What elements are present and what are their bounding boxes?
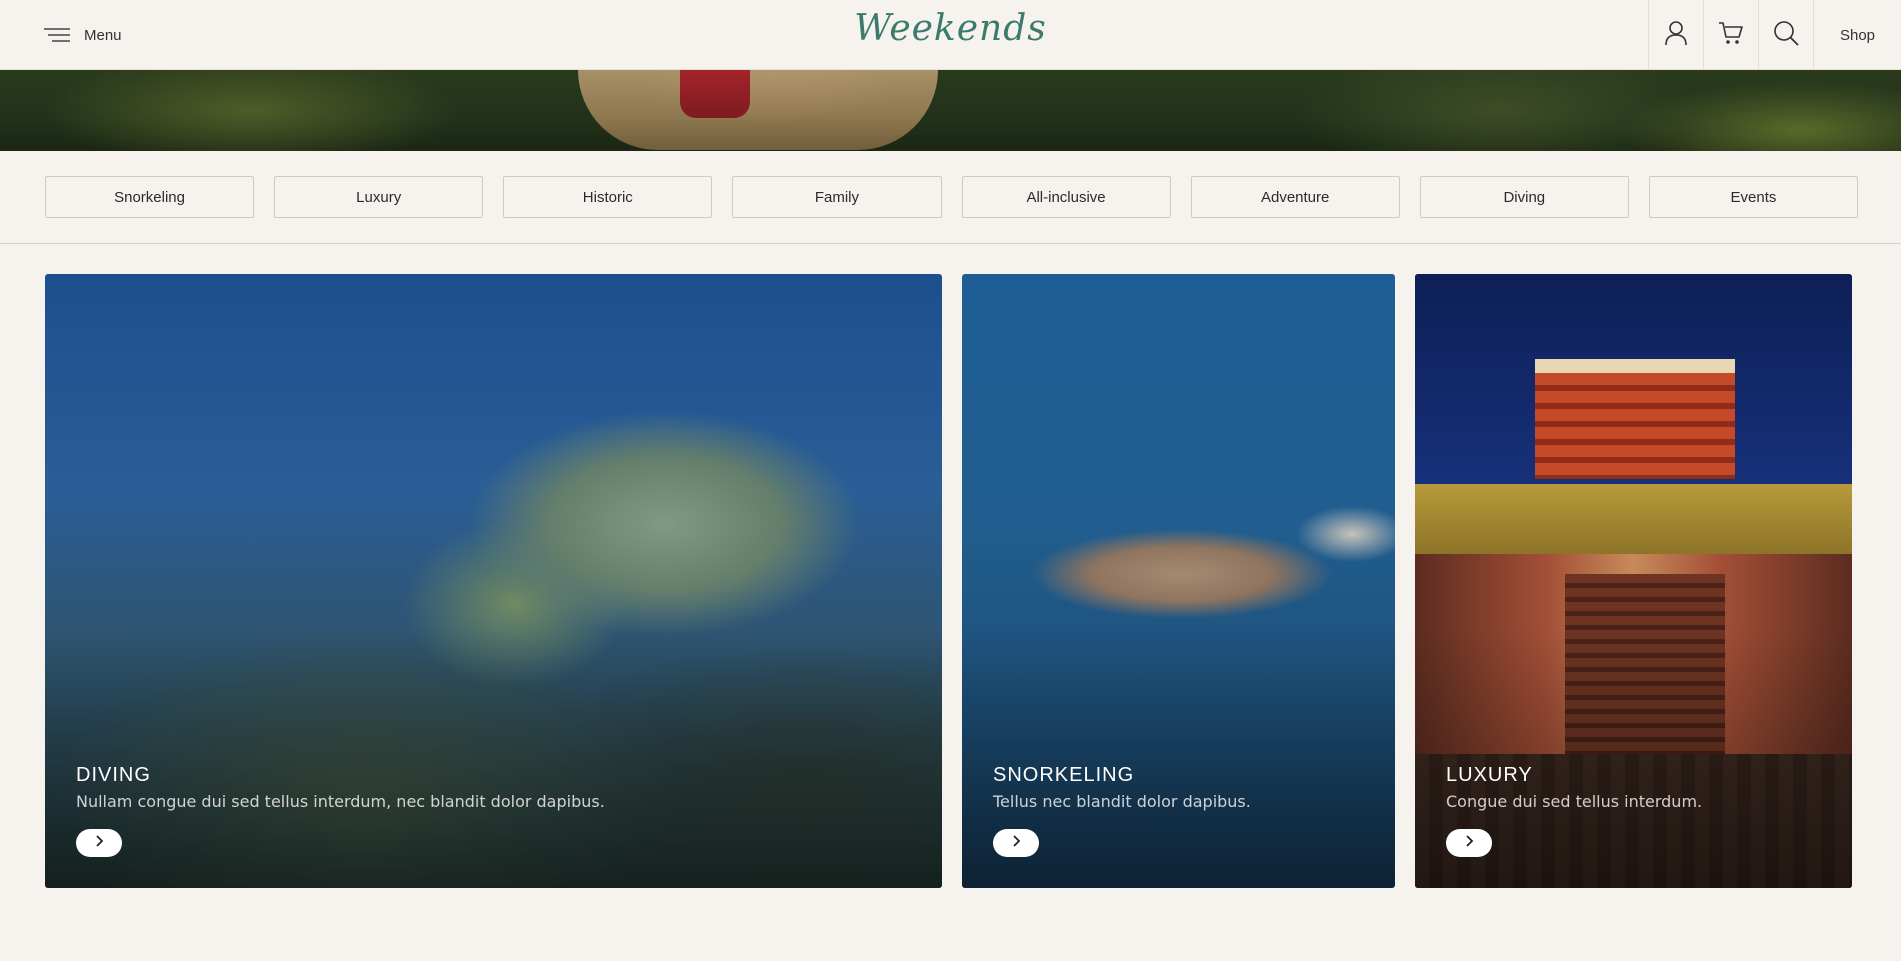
search-icon (1773, 20, 1799, 51)
account-button[interactable] (1648, 0, 1703, 70)
card-description: Congue dui sed tellus interdum. (1446, 792, 1703, 811)
tag-diving[interactable]: Diving (1419, 176, 1629, 218)
hero-figure-shape (680, 70, 750, 118)
tag-events[interactable]: Events (1648, 176, 1858, 218)
card-description: Nullam congue dui sed tellus interdum, n… (76, 792, 605, 811)
category-filters: Snorkeling Luxury Historic Family All-in… (45, 176, 1858, 218)
shop-link[interactable]: Shop (1813, 0, 1901, 70)
menu-label: Menu (84, 26, 122, 44)
tag-historic[interactable]: Historic (503, 176, 713, 218)
chevron-right-icon (1011, 834, 1021, 852)
hero-chair-shape (578, 70, 938, 150)
menu-button[interactable]: Menu (44, 22, 122, 48)
header-actions: Shop (1648, 0, 1901, 70)
tag-snorkeling[interactable]: Snorkeling (45, 176, 255, 218)
cart-button[interactable] (1703, 0, 1758, 70)
tag-all-inclusive[interactable]: All-inclusive (961, 176, 1171, 218)
search-button[interactable] (1758, 0, 1813, 70)
site-header: Menu Weekends Shop (0, 0, 1901, 70)
user-icon (1664, 20, 1688, 51)
site-logo[interactable]: Weekends (854, 8, 1047, 49)
card-arrow-button[interactable] (76, 829, 122, 857)
card-overlay (45, 628, 942, 888)
chevron-right-icon (1464, 834, 1474, 852)
tag-luxury[interactable]: Luxury (274, 176, 484, 218)
chevron-right-icon (94, 834, 104, 852)
card-snorkeling[interactable]: SNORKELING Tellus nec blandit dolor dapi… (962, 274, 1395, 888)
image-balcony (1415, 484, 1852, 554)
card-description: Tellus nec blandit dolor dapibus. (993, 792, 1251, 811)
hamburger-icon (44, 27, 70, 43)
card-arrow-button[interactable] (1446, 829, 1492, 857)
card-diving[interactable]: DIVING Nullam congue dui sed tellus inte… (45, 274, 942, 888)
section-divider (0, 243, 1901, 244)
card-title: DIVING (76, 764, 151, 786)
card-title: LUXURY (1446, 764, 1533, 786)
tag-family[interactable]: Family (732, 176, 942, 218)
image-tower (1535, 359, 1735, 479)
card-arrow-button[interactable] (993, 829, 1039, 857)
hero-image (0, 70, 1901, 151)
cart-icon (1718, 21, 1744, 50)
tag-adventure[interactable]: Adventure (1190, 176, 1400, 218)
card-luxury[interactable]: LUXURY Congue dui sed tellus interdum. (1415, 274, 1852, 888)
card-title: SNORKELING (993, 764, 1135, 786)
